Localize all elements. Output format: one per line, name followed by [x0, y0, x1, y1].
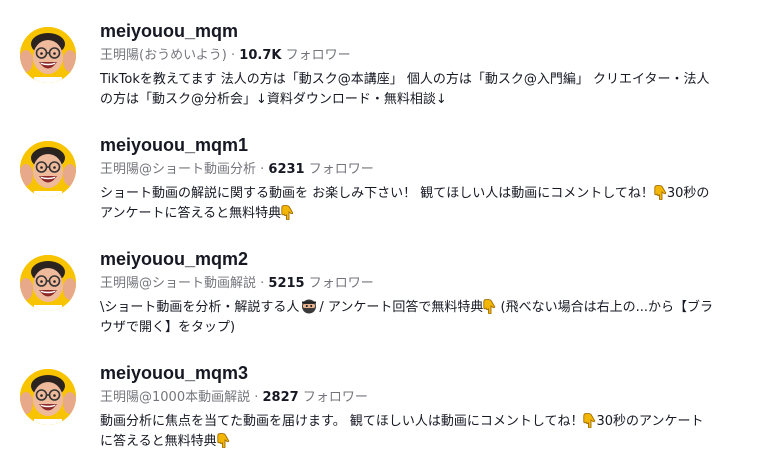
bio-line: に答えると無料特典 — [100, 432, 764, 452]
user-result-item[interactable]: meiyouou_mqm2 王明陽@ショート動画解説 · 5215 フォロワー … — [0, 241, 784, 353]
user-result-item[interactable]: meiyouou_mqm 王明陽(おうめいよう) · 10.7K フォロワー T… — [0, 13, 784, 125]
avatar[interactable] — [20, 255, 76, 311]
followers-count: 2827 — [262, 390, 299, 405]
pointing-down-icon — [217, 433, 230, 448]
nickname: 王明陽(おうめいよう) — [100, 48, 227, 63]
meta-separator: · — [250, 390, 263, 405]
bio-line: TikTokを教えてます 法人の方は「動スク@本講座」 個人の方は「動スク@入門… — [100, 72, 710, 87]
avatar-image — [20, 141, 76, 197]
nickname: 王明陽@ショート動画分析 — [100, 162, 257, 177]
avatar-image — [20, 27, 76, 83]
user-result-item[interactable]: meiyouou_mqm1 王明陽@ショート動画分析 · 6231 フォロワー … — [0, 127, 784, 239]
bio-line: ショート動画の解説に関する動画を お楽しみ下さい！ 観てほしい人は動画にコメント… — [100, 184, 764, 204]
followers-count: 10.7K — [239, 48, 282, 63]
username[interactable]: meiyouou_mqm — [100, 19, 238, 43]
bio-text: (飛べない場合は右上の...から【ブラ — [496, 300, 713, 315]
user-meta: 王明陽@ショート動画分析 · 6231 フォロワー — [100, 161, 374, 179]
bio-text: ウザで開く】をタップ) — [100, 320, 236, 335]
user-bio: TikTokを教えてます 法人の方は「動スク@本講座」 個人の方は「動スク@入門… — [100, 70, 764, 110]
followers-label: フォロワー — [298, 390, 368, 405]
meta-separator: · — [226, 48, 240, 63]
bio-text: \ショート動画を分析・解説する人 — [100, 300, 300, 315]
nickname: 王明陽@ショート動画解説 — [100, 276, 257, 291]
username[interactable]: meiyouou_mqm1 — [100, 133, 248, 157]
user-bio: ショート動画の解説に関する動画を お楽しみ下さい！ 観てほしい人は動画にコメント… — [100, 184, 764, 224]
avatar-image — [20, 369, 76, 425]
nickname: 王明陽@1000本動画解説 — [100, 390, 251, 405]
pointing-down-icon — [583, 413, 596, 428]
user-meta: 王明陽(おうめいよう) · 10.7K フォロワー — [100, 47, 351, 65]
meta-separator: · — [256, 276, 269, 291]
bio-text: アンケートに答えると無料特典 — [100, 206, 282, 221]
meta-separator: · — [256, 162, 269, 177]
avatar[interactable] — [20, 141, 76, 197]
avatar[interactable] — [20, 369, 76, 425]
avatar[interactable] — [20, 27, 76, 83]
bio-line: アンケートに答えると無料特典 — [100, 204, 764, 224]
bio-text: に答えると無料特典 — [100, 434, 217, 449]
followers-count: 5215 — [268, 276, 305, 291]
ninja-icon — [301, 298, 317, 314]
user-bio: 動画分析に焦点を当てた動画を届けます。 観てほしい人は動画にコメントしてね！ 30… — [100, 412, 764, 452]
user-result-item[interactable]: meiyouou_mqm3 王明陽@1000本動画解説 · 2827 フォロワー… — [0, 355, 784, 467]
followers-count: 6231 — [268, 162, 305, 177]
user-meta: 王明陽@ショート動画解説 · 5215 フォロワー — [100, 275, 374, 293]
user-meta: 王明陽@1000本動画解説 · 2827 フォロワー — [100, 389, 368, 407]
avatar-image — [20, 255, 76, 311]
bio-line: の方は「動スク@分析会」↓資料ダウンロード・無料相談↓ — [100, 92, 447, 107]
pointing-down-icon — [281, 205, 294, 220]
bio-line: ウザで開く】をタップ) — [100, 318, 764, 338]
pointing-down-icon — [483, 299, 496, 314]
username[interactable]: meiyouou_mqm2 — [100, 247, 248, 271]
user-bio: \ショート動画を分析・解説する人 / アンケート回答で無料特典 (飛べない場合は右… — [100, 298, 764, 338]
bio-text: ショート動画の解説に関する動画を お楽しみ下さい！ 観てほしい人は動画にコメント… — [100, 186, 654, 201]
followers-label: フォロワー — [281, 48, 351, 63]
bio-text: 動画分析に焦点を当てた動画を届けます。 観てほしい人は動画にコメントしてね！ — [100, 414, 584, 429]
followers-label: フォロワー — [304, 162, 374, 177]
bio-line: 動画分析に焦点を当てた動画を届けます。 観てほしい人は動画にコメントしてね！ 30… — [100, 412, 764, 432]
bio-line: \ショート動画を分析・解説する人 / アンケート回答で無料特典 (飛べない場合は右… — [100, 298, 764, 318]
username[interactable]: meiyouou_mqm3 — [100, 361, 248, 385]
bio-text: / アンケート回答で無料特典 — [319, 300, 484, 315]
bio-text: 30秒のアンケート — [596, 414, 704, 429]
bio-text: 30秒の — [666, 186, 710, 201]
followers-label: フォロワー — [304, 276, 374, 291]
pointing-down-icon — [654, 185, 667, 200]
